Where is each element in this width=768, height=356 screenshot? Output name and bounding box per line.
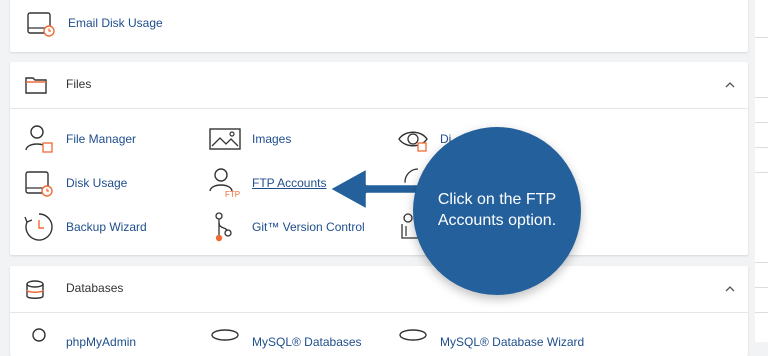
email-disk-usage-label: Email Disk Usage xyxy=(68,16,163,30)
phpmyadmin-link[interactable]: phpMyAdmin xyxy=(23,326,173,356)
mysql-databases-link[interactable]: MySQL® Databases xyxy=(209,326,369,356)
right-column-edge xyxy=(755,0,768,342)
databases-panel-header[interactable]: Databases xyxy=(10,266,748,313)
git-version-control-label: Git™ Version Control xyxy=(252,220,365,234)
user-file-icon xyxy=(25,125,53,153)
backup-wizard-link[interactable]: Backup Wizard xyxy=(23,211,173,243)
file-manager-link[interactable]: File Manager xyxy=(23,123,173,155)
eye-privacy-icon xyxy=(398,131,428,152)
backup-clock-icon xyxy=(24,213,53,241)
svg-text:FTP: FTP xyxy=(225,190,240,199)
databases-panel-title: Databases xyxy=(66,281,124,295)
file-manager-label: File Manager xyxy=(66,132,137,146)
user-icon xyxy=(32,328,46,342)
databases-panel: Databases phpMyAdmin MySQL® Databases My… xyxy=(10,266,748,356)
files-panel: Files File Manager Images Di Disk Usage … xyxy=(10,62,748,255)
database-icon xyxy=(399,329,427,341)
callout-line-2: Accounts option. xyxy=(437,212,557,229)
disk-clock-icon xyxy=(27,12,55,37)
mysql-databases-label: MySQL® Databases xyxy=(252,335,362,349)
images-link[interactable]: Images xyxy=(209,123,329,155)
mysql-database-wizard-label: MySQL® Database Wizard xyxy=(440,335,585,349)
database-icon xyxy=(211,329,239,341)
phpmyadmin-label: phpMyAdmin xyxy=(66,335,137,349)
user-ftp-icon: FTP xyxy=(209,168,240,199)
files-panel-title: Files xyxy=(66,77,92,91)
image-icon xyxy=(209,128,241,150)
callout-text: Click on the FTP Accounts option. xyxy=(413,189,581,231)
email-disk-usage-link[interactable]: Email Disk Usage xyxy=(25,7,225,39)
folder-icon xyxy=(25,77,47,94)
chevron-up-icon[interactable] xyxy=(725,284,735,294)
files-panel-header[interactable]: Files xyxy=(10,62,748,109)
chevron-up-icon[interactable] xyxy=(725,80,735,90)
disk-usage-label: Disk Usage xyxy=(66,176,128,190)
database-icon xyxy=(26,280,44,299)
backup-wizard-label: Backup Wizard xyxy=(66,220,147,234)
ftp-accounts-label: FTP Accounts xyxy=(252,176,327,190)
email-panel: Email Disk Usage xyxy=(10,0,748,52)
tutorial-callout: Click on the FTP Accounts option. xyxy=(413,127,581,295)
git-branch-icon xyxy=(215,212,232,242)
mysql-database-wizard-link[interactable]: MySQL® Database Wizard xyxy=(397,326,587,356)
images-label: Images xyxy=(252,132,292,146)
callout-line-1: Click on the FTP xyxy=(437,191,557,208)
disk-clock-icon xyxy=(25,171,53,197)
disk-usage-link[interactable]: Disk Usage xyxy=(23,167,173,199)
